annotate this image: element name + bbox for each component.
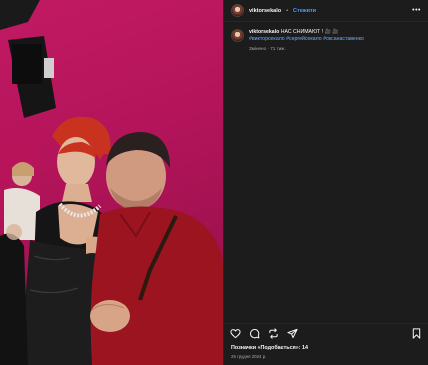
caption-hashtags[interactable]: #викторсекало #сергейсекало #оксанаставе… (249, 36, 364, 43)
author-avatar[interactable] (231, 4, 244, 17)
more-icon[interactable]: ••• (412, 7, 421, 14)
caption-avatar[interactable] (231, 29, 244, 42)
likes-count[interactable]: Позначки «Подобається»: 14 (231, 345, 308, 351)
follow-button[interactable]: Стежити (293, 8, 316, 14)
caption-username[interactable]: viktorsekalo (249, 29, 279, 35)
caption-meta: Змінено · 71 тиж. (249, 46, 286, 51)
post-header: viktorsekalo • Стежити ••• (224, 0, 428, 22)
bookmark-icon[interactable] (411, 328, 422, 339)
instagram-post: viktorsekalo • Стежити ••• viktorsekalo … (0, 0, 428, 365)
author-username[interactable]: viktorsekalo (249, 8, 281, 14)
repost-icon[interactable] (268, 328, 279, 339)
comment-icon[interactable] (249, 328, 260, 339)
caption-text: НАС СНИМАЮТ ! 🎥 🎥 (280, 29, 339, 35)
post-details-panel: viktorsekalo • Стежити ••• viktorsekalo … (223, 0, 428, 365)
header-separator: • (286, 7, 289, 14)
caption-block: viktorsekalo НАС СНИМАЮТ ! 🎥 🎥 #викторсе… (224, 22, 428, 52)
photo-illustration (0, 0, 223, 365)
caption-body: viktorsekalo НАС СНИМАЮТ ! 🎥 🎥 #викторсе… (249, 29, 364, 52)
post-photo[interactable] (0, 0, 223, 365)
heart-icon[interactable] (230, 328, 241, 339)
actions-bar (224, 323, 428, 343)
post-date: 25 грудня 2024 р. (231, 354, 267, 359)
share-icon[interactable] (287, 328, 298, 339)
